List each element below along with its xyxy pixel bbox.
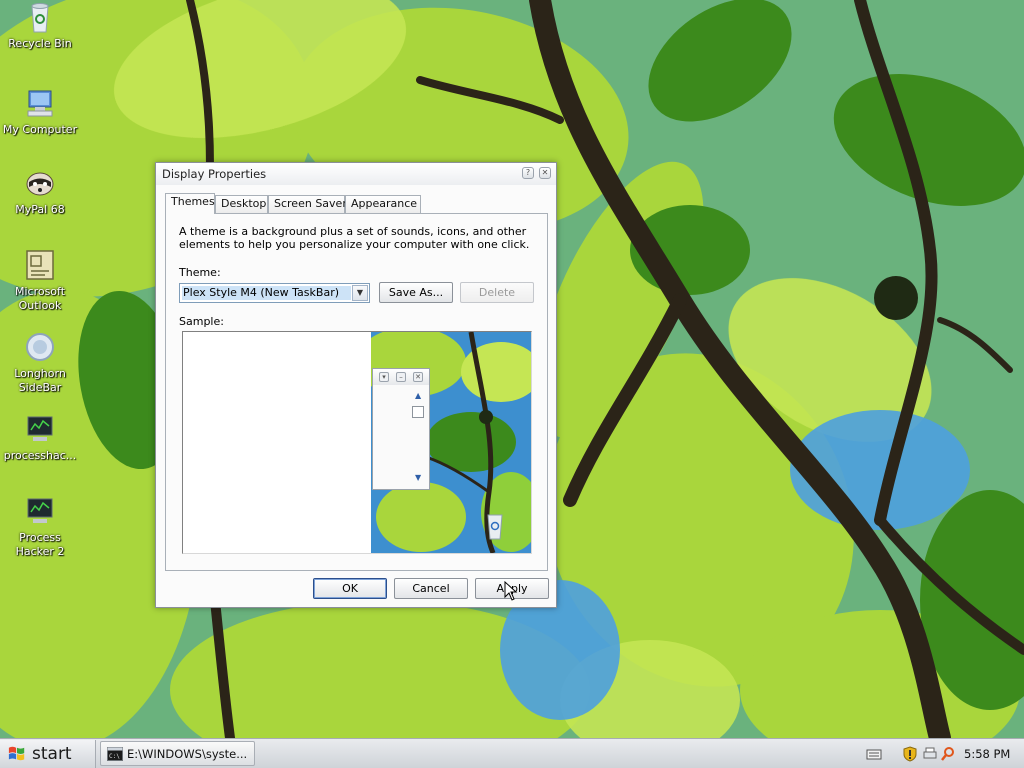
security-shield-icon[interactable]	[902, 746, 918, 762]
sample-window-titlebar: ▾ – ✕	[373, 369, 429, 385]
taskbar-item-label: E:\WINDOWS\syste...	[127, 747, 248, 761]
sample-scroll-thumb	[412, 406, 424, 418]
tab-appearance[interactable]: Appearance	[345, 195, 421, 213]
delete-button[interactable]: Delete	[460, 282, 534, 303]
start-button[interactable]: start	[0, 740, 96, 768]
printer-icon[interactable]	[922, 746, 938, 762]
theme-label: Theme:	[179, 266, 221, 279]
desktop-icon-label: MyPal 68	[15, 203, 65, 216]
sidebar-icon	[26, 333, 54, 361]
desktop-icon-mypal[interactable]: MyPal 68	[0, 166, 80, 217]
ok-button[interactable]: OK	[313, 578, 387, 599]
help-button[interactable]: ?	[522, 167, 534, 179]
close-button[interactable]: ✕	[539, 167, 551, 179]
chevron-down-icon[interactable]: ▼	[352, 285, 368, 301]
taskbar-clock[interactable]: 5:58 PM	[964, 747, 1010, 761]
sample-scroll-down-icon: ▼	[415, 473, 422, 482]
tab-desktop[interactable]: Desktop	[215, 195, 268, 213]
desktop-icon-processhacker[interactable]: processhac...	[0, 412, 80, 463]
dialog-title: Display Properties	[162, 167, 267, 181]
tab-themes[interactable]: Themes	[165, 193, 215, 214]
svg-text:C:\: C:\	[109, 753, 120, 760]
start-label: start	[32, 744, 72, 764]
display-properties-dialog: Display Properties ? ✕ Themes Desktop Sc…	[155, 162, 557, 608]
cancel-button[interactable]: Cancel	[394, 578, 468, 599]
desktop-icon-my-computer[interactable]: My Computer	[0, 86, 80, 137]
desktop-icon-outlook[interactable]: Microsoft Outlook	[0, 248, 80, 313]
taskbar: start C:\ E:\WINDOWS\syste... 5:58 PM	[0, 738, 1024, 768]
sample-close-icon: ✕	[413, 372, 423, 382]
recycle-bin-icon	[31, 3, 49, 33]
dialog-titlebar[interactable]: Display Properties ? ✕	[156, 163, 556, 185]
raccoon-browser-icon	[26, 172, 54, 196]
theme-selected-value: Plex Style M4 (New TaskBar)	[182, 286, 351, 300]
taskbar-item-command-prompt[interactable]: C:\ E:\WINDOWS\syste...	[100, 741, 255, 766]
desktop-icon-recycle-bin[interactable]: Recycle Bin	[0, 0, 80, 51]
desktop-icon-label: Process Hacker 2	[15, 531, 65, 558]
theme-dropdown[interactable]: Plex Style M4 (New TaskBar) ▼	[179, 283, 370, 303]
recycle-bin-icon	[487, 514, 503, 540]
save-as-button[interactable]: Save As...	[379, 282, 453, 303]
desktop-icon-label: processhac...	[3, 449, 77, 462]
sample-minimize-icon: –	[396, 372, 406, 382]
keyboard-icon[interactable]	[866, 747, 882, 761]
desktop-icon-label: Longhorn SideBar	[14, 367, 66, 394]
windows-logo-icon	[8, 746, 25, 761]
theme-sample-preview: ▾ – ✕ ▲ ▼	[182, 331, 532, 554]
process-hacker-icon	[27, 498, 53, 523]
mouse-cursor-icon	[504, 581, 518, 601]
desktop-icon-longhorn-sidebar[interactable]: Longhorn SideBar	[0, 330, 80, 395]
desktop-icon-label: My Computer	[2, 123, 78, 136]
theme-description: A theme is a background plus a set of so…	[179, 225, 530, 251]
desktop-icon-label: Recycle Bin	[8, 37, 72, 50]
computer-icon	[27, 90, 53, 117]
process-hacker-icon	[27, 416, 53, 441]
system-tray: 5:58 PM	[862, 740, 1024, 768]
sample-label: Sample:	[179, 315, 224, 328]
sample-window: ▾ – ✕ ▲ ▼	[372, 368, 430, 490]
console-icon: C:\	[107, 747, 123, 761]
sample-dropdown-icon: ▾	[379, 372, 389, 382]
themes-panel: A theme is a background plus a set of so…	[165, 213, 548, 571]
outlook-icon	[26, 250, 54, 280]
search-icon[interactable]	[940, 746, 956, 762]
desktop-icon-label: Microsoft Outlook	[14, 285, 66, 312]
tab-screen-saver[interactable]: Screen Saver	[268, 195, 347, 213]
desktop-icon-process-hacker-2[interactable]: Process Hacker 2	[0, 494, 80, 559]
sample-scroll-up-icon: ▲	[415, 391, 422, 400]
